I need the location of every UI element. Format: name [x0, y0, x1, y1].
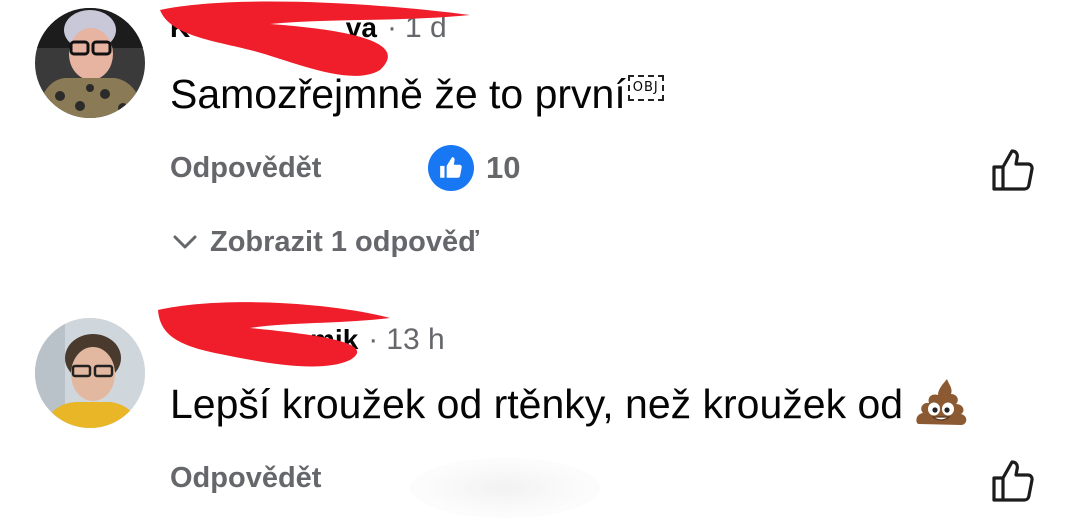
separator: · — [368, 323, 379, 356]
reaction-count: 10 — [486, 150, 521, 185]
comment-text: Samozřejmně že to první OBJ — [170, 66, 664, 122]
chevron-down-icon — [173, 235, 197, 249]
comment-text-content: Samozřejmně že to první — [170, 70, 626, 117]
comment-header: K va · 1 d — [170, 8, 447, 48]
blurred-area — [410, 458, 600, 518]
author-name[interactable]: mik — [170, 324, 358, 356]
thumbs-up-icon — [992, 149, 1034, 191]
avatar[interactable] — [35, 8, 145, 118]
separator: · — [386, 11, 397, 44]
avatar[interactable] — [35, 318, 145, 428]
reply-button[interactable]: Odpovědět — [170, 462, 321, 495]
comment-text-content: Lepší kroužek od rtěnky, než kroužek od — [170, 380, 904, 427]
comment-header: mik · 13 h — [170, 320, 445, 360]
timestamp[interactable]: 1 d — [405, 11, 447, 45]
object-placeholder: OBJ — [627, 75, 664, 101]
show-replies-button[interactable]: Zobrazit 1 odpověď — [172, 222, 479, 262]
comment-text: Lepší kroužek od rtěnky, než kroužek od — [170, 374, 969, 434]
reaction-summary[interactable]: 10 — [428, 145, 520, 191]
thumbs-up-icon — [992, 460, 1034, 502]
author-name[interactable]: K va — [170, 12, 377, 44]
like-reaction-icon — [428, 145, 474, 191]
show-replies-label: Zobrazit 1 odpověď — [210, 225, 479, 258]
like-button[interactable] — [988, 145, 1038, 195]
comment-actions: Odpovědět — [170, 458, 321, 498]
like-button[interactable] — [988, 456, 1038, 506]
timestamp[interactable]: 13 h — [386, 323, 444, 357]
comment-1: K va · 1 d Samozřejmně že to první OBJ O… — [0, 0, 1080, 280]
pile-of-poo-icon — [916, 379, 967, 425]
reply-button[interactable]: Odpovědět — [170, 152, 321, 185]
comment-actions: Odpovědět — [170, 148, 321, 188]
